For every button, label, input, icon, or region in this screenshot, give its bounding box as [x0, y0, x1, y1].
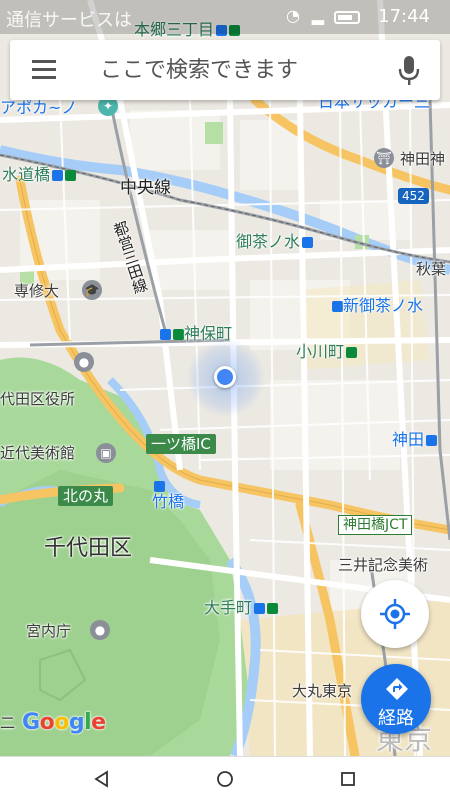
directions-label: 経路 — [378, 708, 414, 729]
microphone-icon[interactable] — [398, 56, 420, 86]
place-label-kunaicho[interactable]: 宮内庁 — [26, 624, 71, 639]
station-label-ogawamachi[interactable]: 小川町 — [296, 344, 358, 360]
government-office-icon[interactable]: ● — [74, 352, 94, 372]
current-location-dot[interactable] — [214, 366, 236, 388]
ic-label-kitanomaru[interactable]: 北の丸 — [58, 486, 114, 506]
directions-button[interactable]: 経路 — [361, 664, 431, 734]
place-label-museum[interactable]: 近代美術館 — [0, 446, 75, 461]
metro-icon — [426, 435, 438, 446]
system-nav-bar — [0, 756, 450, 800]
location-pin-icon[interactable]: ● — [90, 620, 110, 640]
school-icon[interactable]: 🎓 — [82, 280, 102, 300]
route-shield-452: 452 — [398, 188, 429, 204]
metro-icon — [52, 170, 64, 181]
rail-label-chuo: 中央線 — [120, 178, 171, 198]
jct-label-kanda-bashi[interactable]: 神田橋JCT — [338, 515, 413, 535]
place-label-senshu[interactable]: 専修大 — [14, 284, 59, 299]
place-label-chiyoda-office[interactable]: 代田区役所 — [0, 392, 75, 407]
back-triangle-icon[interactable] — [90, 767, 114, 791]
metro-icon — [160, 329, 171, 340]
place-label-kanda-shrine[interactable]: 神田神 — [400, 152, 445, 167]
place-label-akiba[interactable]: 秋葉 — [416, 262, 446, 277]
station-label-kanda[interactable]: 神田 — [392, 432, 438, 448]
metro-icon — [302, 237, 314, 248]
hamburger-menu-icon[interactable] — [32, 60, 56, 80]
search-bar[interactable] — [10, 40, 440, 100]
search-input[interactable] — [100, 50, 380, 90]
station-label-takebashi[interactable]: 竹橋 — [152, 478, 184, 510]
my-location-icon — [380, 599, 410, 629]
home-circle-icon[interactable] — [213, 767, 237, 791]
directions-icon — [386, 678, 408, 700]
metro-icon — [332, 301, 343, 312]
shrine-icon[interactable]: ⛩ — [374, 148, 394, 168]
station-label-shin-ochanomizu[interactable]: 新御茶ノ水 — [330, 298, 423, 314]
station-label-otemachi[interactable]: 大手町 — [204, 600, 279, 616]
place-label-apo[interactable]: アポカ~ノ — [0, 100, 77, 116]
district-label-chiyoda: 千代田区 — [44, 536, 133, 561]
place-label-mitsui[interactable]: 三井記念美術 — [338, 558, 428, 573]
carrier-label: 通信サービスは — [6, 10, 132, 31]
place-label-daimaru[interactable]: 大丸東京 — [292, 684, 352, 699]
museum-icon[interactable]: ▣ — [96, 443, 116, 463]
metro-icon — [154, 481, 165, 492]
place-label-ni: 二 — [0, 714, 16, 732]
station-label-suidobashi[interactable]: 水道橋 — [2, 167, 77, 183]
metro-icon — [254, 603, 266, 614]
station-label-ochanomizu[interactable]: 御茶ノ水 — [236, 234, 314, 250]
wifi-icon: ◔ — [286, 6, 300, 25]
jr-icon — [346, 347, 358, 358]
signal-icon: ▂ — [311, 6, 324, 25]
google-logo: Google — [22, 710, 106, 735]
my-location-button[interactable] — [361, 580, 429, 648]
status-bar: 通信サービスは ◔ ▂ 17:44 — [0, 0, 450, 34]
jr-icon — [267, 603, 279, 614]
recents-square-icon[interactable] — [336, 767, 360, 791]
clock-label: 17:44 — [378, 6, 430, 27]
ic-label-hitotsubashi[interactable]: 一ツ橋IC — [146, 434, 216, 454]
jr-icon — [65, 170, 77, 181]
jr-icon — [173, 329, 184, 340]
battery-icon — [334, 11, 360, 24]
